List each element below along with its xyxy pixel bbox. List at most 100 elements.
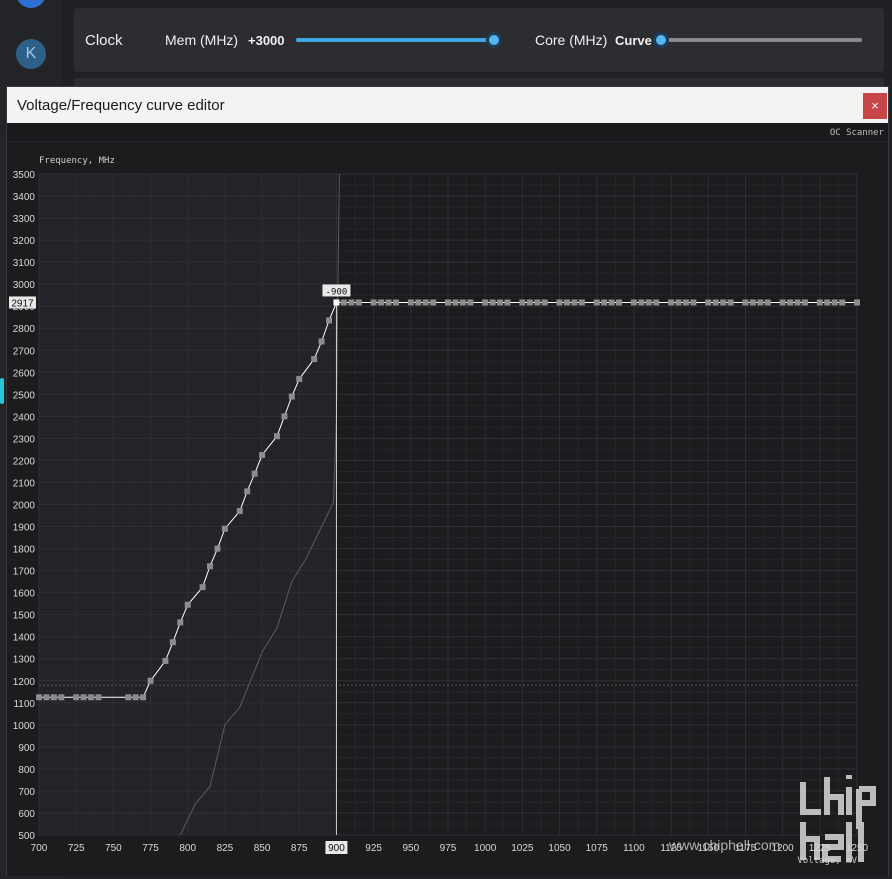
curve-point[interactable] bbox=[489, 299, 496, 306]
curve-point[interactable] bbox=[467, 299, 474, 306]
curve-point[interactable] bbox=[318, 338, 325, 345]
curve-point[interactable] bbox=[445, 299, 451, 306]
curve-point[interactable] bbox=[712, 299, 719, 306]
core-clock-slider-thumb[interactable] bbox=[653, 32, 669, 48]
curve-point[interactable] bbox=[125, 694, 132, 701]
chiphell-watermark-logo bbox=[800, 775, 876, 862]
curve-point[interactable] bbox=[668, 299, 675, 306]
curve-point[interactable] bbox=[244, 488, 251, 495]
curve-point[interactable] bbox=[824, 299, 831, 306]
curve-point[interactable] bbox=[727, 299, 734, 306]
curve-point[interactable] bbox=[742, 299, 749, 306]
mem-clock-slider[interactable] bbox=[296, 38, 494, 42]
curve-point[interactable] bbox=[288, 393, 295, 400]
curve-point[interactable] bbox=[169, 639, 176, 646]
curve-point[interactable] bbox=[378, 299, 385, 306]
curve-point[interactable] bbox=[794, 299, 801, 306]
curve-point[interactable] bbox=[452, 299, 459, 306]
curve-point[interactable] bbox=[526, 299, 533, 306]
curve-point[interactable] bbox=[787, 299, 794, 306]
profile-avatar-partial[interactable] bbox=[16, 0, 46, 8]
curve-point[interactable] bbox=[162, 657, 169, 664]
curve-point[interactable] bbox=[638, 299, 645, 306]
curve-point[interactable] bbox=[571, 299, 578, 306]
curve-point[interactable] bbox=[690, 299, 697, 306]
curve-point[interactable] bbox=[608, 299, 615, 306]
curve-point[interactable] bbox=[764, 299, 771, 306]
y-tick-label: 2400 bbox=[13, 412, 36, 423]
curve-point[interactable] bbox=[73, 694, 80, 701]
curve-point[interactable] bbox=[854, 299, 860, 306]
curve-point[interactable] bbox=[816, 299, 823, 306]
close-button[interactable]: × bbox=[863, 93, 887, 119]
curve-point[interactable] bbox=[251, 470, 258, 477]
curve-point[interactable] bbox=[80, 694, 87, 701]
curve-point[interactable] bbox=[43, 694, 50, 701]
curve-point[interactable] bbox=[184, 601, 191, 608]
curve-point[interactable] bbox=[839, 299, 846, 306]
curve-point[interactable] bbox=[385, 299, 392, 306]
curve-point[interactable] bbox=[199, 584, 206, 591]
curve-point[interactable] bbox=[58, 694, 65, 701]
curve-point[interactable] bbox=[407, 299, 414, 306]
curve-point[interactable] bbox=[273, 433, 280, 440]
curve-point[interactable] bbox=[36, 694, 42, 701]
curve-point[interactable] bbox=[207, 563, 214, 570]
curve-point[interactable] bbox=[504, 299, 511, 306]
vf-curve-chart[interactable]: 500 600 700 800 900 1000 1100 1200 1300 1400 1500 1… bbox=[7, 143, 888, 876]
curve-point[interactable] bbox=[682, 299, 689, 306]
curve-point[interactable] bbox=[616, 299, 623, 306]
curve-point[interactable] bbox=[563, 299, 570, 306]
curve-point[interactable] bbox=[140, 694, 147, 701]
curve-point[interactable] bbox=[415, 299, 422, 306]
curve-point[interactable] bbox=[355, 299, 362, 306]
curve-point[interactable] bbox=[311, 356, 318, 363]
curve-point[interactable] bbox=[801, 299, 808, 306]
core-clock-slider[interactable] bbox=[668, 38, 862, 42]
curve-point[interactable] bbox=[578, 299, 585, 306]
editor-titlebar[interactable]: Voltage/Frequency curve editor × bbox=[7, 87, 888, 123]
curve-point[interactable] bbox=[541, 299, 548, 306]
curve-point[interactable] bbox=[459, 299, 466, 306]
curve-point[interactable] bbox=[95, 694, 102, 701]
avatar[interactable]: K bbox=[16, 39, 46, 69]
curve-point[interactable] bbox=[281, 413, 288, 420]
curve-point[interactable] bbox=[749, 299, 756, 306]
curve-point[interactable] bbox=[653, 299, 660, 306]
curve-point[interactable] bbox=[177, 619, 184, 626]
curve-point[interactable] bbox=[221, 525, 228, 532]
curve-point[interactable] bbox=[757, 299, 764, 306]
curve-point[interactable] bbox=[430, 299, 437, 306]
curve-point[interactable] bbox=[831, 299, 838, 306]
curve-point[interactable] bbox=[214, 545, 221, 552]
curve-point[interactable] bbox=[370, 299, 377, 306]
curve-point[interactable] bbox=[326, 317, 333, 324]
curve-point[interactable] bbox=[482, 299, 489, 306]
curve-point[interactable] bbox=[630, 299, 637, 306]
curve-point[interactable] bbox=[392, 299, 399, 306]
curve-point[interactable] bbox=[88, 694, 95, 701]
curve-point[interactable] bbox=[519, 299, 526, 306]
oc-scanner-button[interactable]: OC Scanner bbox=[830, 128, 884, 138]
curve-point[interactable] bbox=[556, 299, 563, 306]
curve-point[interactable] bbox=[497, 299, 504, 306]
curve-point[interactable] bbox=[50, 694, 57, 701]
curve-point[interactable] bbox=[147, 677, 154, 684]
curve-point[interactable] bbox=[645, 299, 652, 306]
curve-point[interactable] bbox=[720, 299, 727, 306]
selected-curve-point[interactable] bbox=[333, 299, 340, 306]
curve-point[interactable] bbox=[132, 694, 139, 701]
curve-point[interactable] bbox=[534, 299, 541, 306]
curve-point[interactable] bbox=[259, 451, 266, 458]
curve-point[interactable] bbox=[348, 299, 355, 306]
curve-point[interactable] bbox=[236, 508, 243, 515]
curve-point[interactable] bbox=[779, 299, 786, 306]
curve-point[interactable] bbox=[593, 299, 600, 306]
curve-point[interactable] bbox=[422, 299, 429, 306]
curve-point[interactable] bbox=[601, 299, 608, 306]
curve-point[interactable] bbox=[675, 299, 682, 306]
curve-point[interactable] bbox=[705, 299, 712, 306]
curve-point[interactable] bbox=[296, 375, 303, 382]
mem-clock-slider-thumb[interactable] bbox=[486, 32, 502, 48]
curve-point[interactable] bbox=[340, 299, 347, 306]
